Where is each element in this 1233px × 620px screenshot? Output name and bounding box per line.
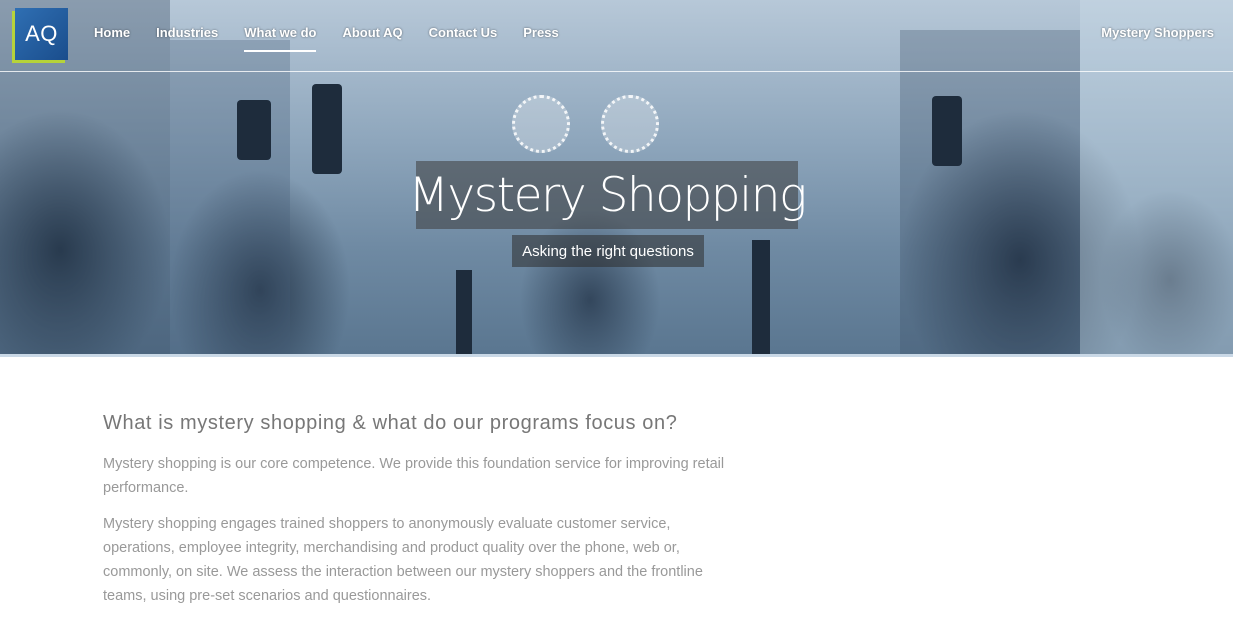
main-nav: Home Industries What we do About AQ Cont…: [94, 25, 585, 52]
nav-home[interactable]: Home: [94, 25, 130, 52]
section-heading: What is mystery shopping & what do our p…: [103, 412, 678, 434]
hero-banner: AQ Home Industries What we do About AQ C…: [0, 0, 1233, 357]
street-decoration: [512, 95, 570, 153]
nav-divider: [0, 71, 1233, 72]
content-section: What is mystery shopping & what do our p…: [103, 412, 743, 620]
building-right: [1080, 0, 1233, 354]
building-right-inner: [900, 30, 1080, 354]
logo-text: AQ: [25, 21, 58, 46]
hero-title: Mystery Shopping: [408, 167, 807, 223]
hero-title-box: Mystery Shopping: [408, 161, 807, 229]
nav-industries[interactable]: Industries: [156, 25, 218, 52]
street-decoration: [601, 95, 659, 153]
nav-contact-us[interactable]: Contact Us: [429, 25, 498, 52]
paragraph: Mystery shopping is our core competence.…: [103, 456, 725, 496]
traffic-light: [237, 100, 271, 160]
nav-press[interactable]: Press: [523, 25, 558, 52]
nav-mystery-shoppers[interactable]: Mystery Shoppers: [1101, 25, 1214, 40]
bollard: [752, 240, 770, 354]
traffic-light: [312, 84, 342, 174]
nav-about-aq[interactable]: About AQ: [342, 25, 402, 52]
bollard: [456, 270, 472, 354]
nav-what-we-do[interactable]: What we do: [244, 25, 317, 52]
paragraph: Mystery shopping engages trained shopper…: [103, 516, 703, 604]
building-left-inner: [170, 40, 290, 354]
aq-logo[interactable]: AQ: [15, 8, 68, 60]
hero-subtitle-box: Asking the right questions: [512, 235, 704, 267]
hero-subtitle: Asking the right questions: [522, 242, 694, 260]
traffic-light: [932, 96, 962, 166]
